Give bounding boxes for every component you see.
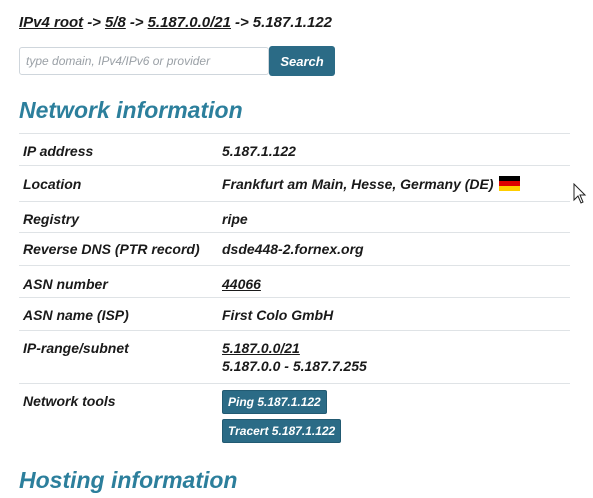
reverse-dns-value: dsde448-2.fornex.org	[218, 232, 570, 266]
asn-number-link[interactable]: 44066	[222, 276, 261, 292]
breadcrumb-separator: ->	[87, 14, 101, 31]
network-information-title: Network information	[19, 97, 243, 123]
reverse-dns-label: Reverse DNS (PTR record)	[19, 232, 218, 266]
tracert-button[interactable]: Tracert 5.187.1.122	[222, 419, 342, 443]
location-cell: Frankfurt am Main, Hesse, Germany (DE)	[218, 165, 570, 202]
location-value: Frankfurt am Main, Hesse, Germany (DE)	[222, 176, 494, 192]
ip-address-value: 5.187.1.122	[218, 133, 570, 166]
ip-range-value: 5.187.0.0 - 5.187.7.255	[222, 358, 367, 374]
subnet-link[interactable]: 5.187.0.0/21	[222, 340, 300, 356]
ip-range-label: IP-range/subnet	[19, 330, 218, 384]
breadcrumb-link-subnet[interactable]: 5.187.0.0/21	[148, 14, 231, 31]
breadcrumb: IPv4 root -> 5/8 -> 5.187.0.0/21 -> 5.187.1.12…	[19, 14, 332, 31]
network-info-table: IP address 5.187.1.122 Location Frankfur…	[19, 133, 570, 448]
table-row: ASN name (ISP) First Colo GmbH	[19, 297, 570, 331]
breadcrumb-current: 5.187.1.122	[252, 14, 333, 31]
mouse-pointer-icon	[573, 183, 587, 204]
network-tools-label: Network tools	[19, 383, 218, 448]
breadcrumb-separator: ->	[235, 14, 249, 31]
asn-number-label: ASN number	[19, 265, 218, 298]
table-row: Location Frankfurt am Main, Hesse, Germa…	[19, 165, 570, 202]
location-label: Location	[19, 165, 218, 202]
breadcrumb-link-5-8[interactable]: 5/8	[105, 14, 126, 31]
subnet-line: 5.187.0.0/21	[222, 340, 566, 356]
hosting-information-title: Hosting information	[19, 467, 238, 493]
search-form: Search	[19, 46, 335, 76]
registry-value: ripe	[218, 201, 570, 233]
ping-button[interactable]: Ping 5.187.1.122	[222, 390, 327, 414]
search-button[interactable]: Search	[269, 46, 335, 76]
table-row: Network tools Ping 5.187.1.122 Tracert 5…	[19, 383, 570, 448]
ip-range-cell: 5.187.0.0/21 5.187.0.0 - 5.187.7.255	[218, 330, 570, 384]
table-row: Reverse DNS (PTR record) dsde448-2.forne…	[19, 232, 570, 266]
breadcrumb-separator: ->	[129, 14, 144, 31]
asn-name-value: First Colo GmbH	[218, 297, 570, 331]
asn-name-label: ASN name (ISP)	[19, 297, 218, 331]
asn-number-cell: 44066	[218, 265, 570, 298]
breadcrumb-link-ipv4-root[interactable]: IPv4 root	[19, 14, 83, 31]
table-row: ASN number 44066	[19, 265, 570, 298]
search-input[interactable]	[19, 47, 269, 75]
table-row: IP address 5.187.1.122	[19, 133, 570, 166]
ip-address-label: IP address	[19, 133, 218, 166]
table-row: IP-range/subnet 5.187.0.0/21 5.187.0.0 -…	[19, 330, 570, 384]
network-tools-cell: Ping 5.187.1.122 Tracert 5.187.1.122	[218, 383, 570, 448]
table-row: Registry ripe	[19, 201, 570, 233]
germany-flag-icon	[498, 176, 520, 191]
registry-label: Registry	[19, 201, 218, 233]
